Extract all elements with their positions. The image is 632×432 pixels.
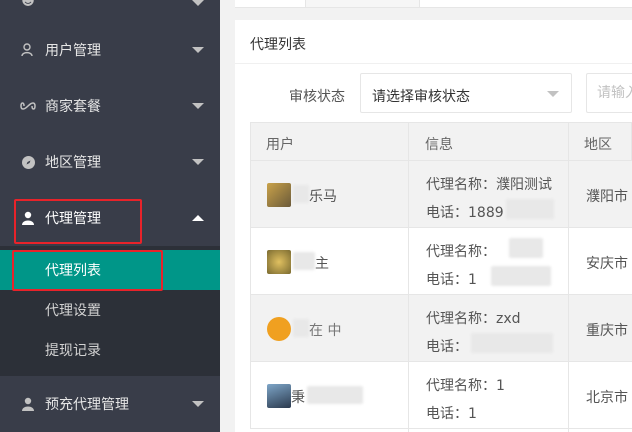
redacted-blur <box>293 252 315 270</box>
table-header: 用户 信息 地区 <box>250 122 632 161</box>
sidebar-item-label: 地区管理 <box>45 155 101 171</box>
table-row[interactable]: 秉 代理名称：1 电话：1 北京市 <box>250 362 632 429</box>
submenu-item-withdraw-records[interactable]: 提现记录 <box>0 330 220 370</box>
region: 安庆市 <box>586 256 628 272</box>
table-row[interactable]: 乐马 代理名称：濮阳测试 电话：1889 濮阳市 <box>250 161 632 228</box>
sidebar-item-label: 用户管理 <box>45 43 101 59</box>
column-header-region: 地区 <box>584 137 612 153</box>
sidebar-item-prepaid-agents[interactable]: 预充代理管理 <box>0 376 220 432</box>
avatar <box>267 183 291 207</box>
status-select[interactable]: 请选择审核状态 <box>360 73 572 113</box>
chevron-down-icon <box>192 401 204 407</box>
submenu-item-label: 代理设置 <box>45 303 101 319</box>
column-divider <box>408 122 409 432</box>
agent-list-card: 代理列表 审核状态 请选择审核状态 用户 信息 地区 乐马 代理名称：濮阳测试 … <box>235 20 632 432</box>
redacted-blur <box>293 185 309 203</box>
sidebar: ☻ 用户管理 商家套餐 地区管理 代理管理 代理列表 代理设置 提现记录 预充代… <box>0 0 220 432</box>
user-name: 秉 <box>291 390 305 406</box>
chevron-down-icon <box>192 103 204 109</box>
column-header-info: 信息 <box>425 137 453 153</box>
sidebar-item-agents[interactable]: 代理管理 <box>0 190 220 246</box>
submenu-item-label: 提现记录 <box>45 343 101 359</box>
agent-table: 用户 信息 地区 乐马 代理名称：濮阳测试 电话：1889 濮阳市 主 代理名称… <box>250 122 632 432</box>
main-content: 代理列表 审核状态 请选择审核状态 用户 信息 地区 乐马 代理名称：濮阳测试 … <box>220 0 632 432</box>
sidebar-item-regions[interactable]: 地区管理 <box>0 134 220 190</box>
agent-phone: 电话：1889 <box>426 205 504 221</box>
redacted-blur <box>509 238 543 258</box>
chevron-down-icon <box>192 159 204 165</box>
user-name: 在 中 <box>309 323 342 339</box>
region: 北京市 <box>586 390 628 406</box>
redacted-blur <box>307 386 363 404</box>
redacted-blur <box>506 199 554 219</box>
sidebar-item-packages[interactable]: 商家套餐 <box>0 78 220 134</box>
chevron-down-icon <box>547 91 559 97</box>
region: 濮阳市 <box>586 189 628 205</box>
agent-name: 代理名称：1 <box>426 378 505 394</box>
avatar <box>267 250 291 274</box>
divider <box>235 63 632 64</box>
status-filter-label: 审核状态 <box>289 89 345 105</box>
card-title: 代理列表 <box>250 37 306 53</box>
agent-phone: 电话： <box>426 339 468 355</box>
agent-phone: 电话：1 <box>426 272 477 288</box>
avatar <box>267 317 291 341</box>
chevron-down-icon <box>192 47 204 53</box>
agent-name: 代理名称： <box>426 244 496 260</box>
tab-partial[interactable] <box>305 0 420 7</box>
table-row[interactable]: 主 代理名称： 电话：1 安庆市 <box>250 228 632 295</box>
column-header-user: 用户 <box>266 137 294 153</box>
sidebar-item-label: 预充代理管理 <box>45 397 129 413</box>
column-divider <box>568 122 569 432</box>
compass-icon <box>20 154 36 170</box>
submenu-item-agent-settings[interactable]: 代理设置 <box>0 290 220 330</box>
person-icon <box>20 210 36 226</box>
table-row[interactable]: 在 中 代理名称：zxd 电话： 重庆市 <box>250 295 632 362</box>
redacted-blur <box>491 266 551 286</box>
sidebar-item-top-partial[interactable]: ☻ <box>0 0 220 20</box>
submenu-item-label: 代理列表 <box>45 263 101 279</box>
region: 重庆市 <box>586 323 628 339</box>
agent-phone: 电话：1 <box>426 406 477 422</box>
agent-submenu: 代理列表 代理设置 提现记录 <box>0 246 220 376</box>
redacted-blur <box>293 319 309 337</box>
avatar <box>267 384 291 408</box>
user-name: 主 <box>315 256 329 272</box>
sidebar-item-users[interactable]: 用户管理 <box>0 22 220 78</box>
infinity-icon <box>20 98 36 114</box>
sidebar-item-label: 代理管理 <box>45 211 101 227</box>
sidebar-item-label: 商家套餐 <box>45 99 101 115</box>
user-name: 乐马 <box>309 189 337 205</box>
agent-name: 代理名称：濮阳测试 <box>426 177 552 193</box>
user-group-icon <box>20 42 36 58</box>
status-select-value: 请选择审核状态 <box>372 89 470 105</box>
chevron-up-icon <box>192 215 204 221</box>
person-icon: ☻ <box>21 0 35 9</box>
chevron-down-icon <box>192 0 204 6</box>
agent-name: 代理名称：zxd <box>426 311 521 327</box>
submenu-item-agent-list[interactable]: 代理列表 <box>0 250 220 290</box>
redacted-blur <box>471 333 553 353</box>
search-input[interactable] <box>586 73 632 113</box>
tab-strip <box>235 0 632 8</box>
person-icon <box>20 396 36 412</box>
